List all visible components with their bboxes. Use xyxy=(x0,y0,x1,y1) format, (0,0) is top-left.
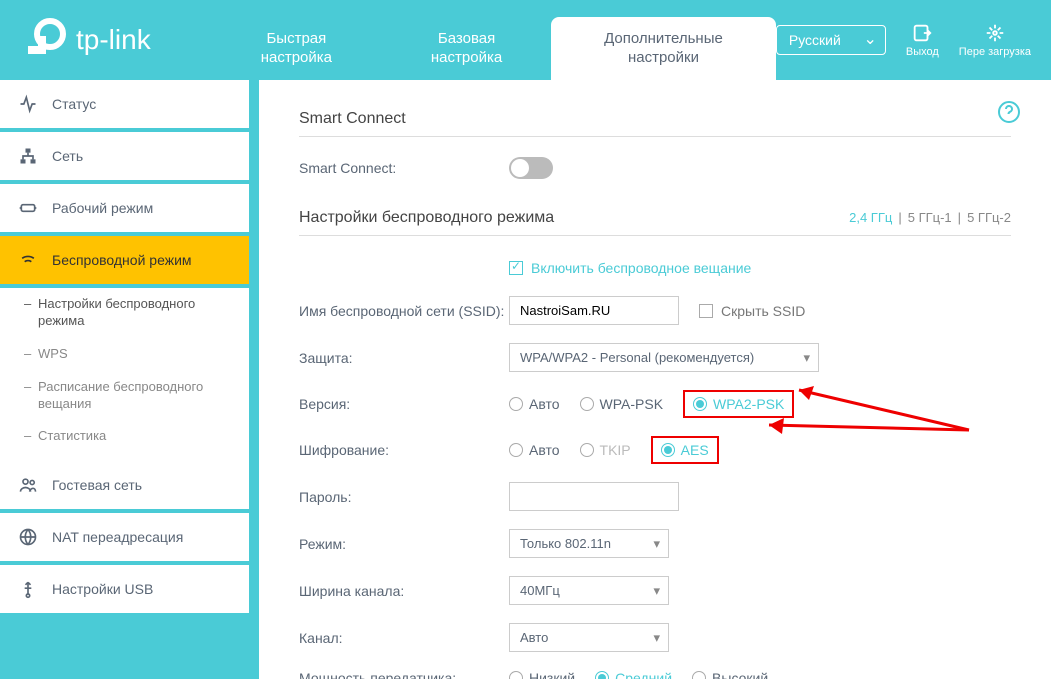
reload-button[interactable]: Пере загрузка xyxy=(959,22,1031,58)
encryption-label: Шифрование: xyxy=(299,442,509,458)
ssid-input[interactable] xyxy=(509,296,679,325)
mode-select[interactable]: Только 802.11n xyxy=(509,529,669,558)
logout-icon xyxy=(911,22,933,44)
tx-power-medium[interactable]: Средний xyxy=(595,670,672,679)
sidebar-item-wireless[interactable]: Беспроводной режим xyxy=(0,236,249,284)
sidebar-sub-schedule[interactable]: Расписание беспроводного вещания xyxy=(0,371,249,421)
version-wpa-psk[interactable]: WPA-PSK xyxy=(580,396,664,412)
security-label: Защита: xyxy=(299,350,509,366)
sidebar: Статус Сеть Рабочий режим Беспроводной р… xyxy=(0,80,259,679)
help-icon xyxy=(997,100,1021,124)
tx-power-label: Мощность передатчика: xyxy=(299,670,509,679)
version-radio-group: Авто WPA-PSK WPA2-PSK xyxy=(509,390,794,418)
channel-width-label: Ширина канала: xyxy=(299,583,509,599)
hide-ssid-option[interactable]: Скрыть SSID xyxy=(699,303,805,319)
nat-icon xyxy=(18,527,38,547)
enable-broadcast-row[interactable]: Включить беспроводное вещание xyxy=(509,260,1011,276)
ssid-row: Имя беспроводной сети (SSID): Скрыть SSI… xyxy=(299,296,1011,325)
tab-basic-setup[interactable]: Базовая настройка xyxy=(382,17,551,80)
tplink-logo-icon xyxy=(20,16,68,64)
tx-power-high[interactable]: Высокий xyxy=(692,670,768,679)
language-select[interactable]: Русский xyxy=(776,25,886,55)
mode-label: Режим: xyxy=(299,536,509,552)
tx-power-radio-group: Низкий Средний Высокий xyxy=(509,670,768,679)
wireless-title: Настройки беспроводного режима xyxy=(299,209,554,227)
band-5ghz-2[interactable]: 5 ГГц-2 xyxy=(967,210,1011,225)
password-row: Пароль: xyxy=(299,482,1011,511)
wifi-icon xyxy=(18,250,38,270)
smart-connect-toggle[interactable] xyxy=(509,157,553,179)
logo: tp-link xyxy=(20,16,151,64)
header-right: Русский Выход Пере загрузка xyxy=(776,22,1031,58)
sidebar-item-status[interactable]: Статус xyxy=(0,80,249,128)
tab-quick-setup[interactable]: Быстрая настройка xyxy=(211,17,382,80)
security-select[interactable]: WPA/WPA2 - Personal (рекомендуется) xyxy=(509,343,819,372)
network-icon xyxy=(18,146,38,166)
mode-row: Режим: Только 802.11n xyxy=(299,529,1011,558)
header: tp-link Быстрая настройка Базовая настро… xyxy=(0,0,1051,80)
main: Статус Сеть Рабочий режим Беспроводной р… xyxy=(0,80,1051,679)
version-auto[interactable]: Авто xyxy=(509,396,560,412)
encryption-aes[interactable]: AES xyxy=(651,436,719,464)
mode-icon xyxy=(18,198,38,218)
sidebar-item-usb[interactable]: Настройки USB xyxy=(0,565,249,613)
content-panel: Smart Connect Smart Connect: Настройки б… xyxy=(259,80,1051,679)
smart-connect-label: Smart Connect: xyxy=(299,160,509,176)
sidebar-sub-wireless-settings[interactable]: Настройки беспроводного режима xyxy=(0,288,249,338)
activity-icon xyxy=(18,94,38,114)
channel-label: Канал: xyxy=(299,630,509,646)
reload-icon xyxy=(984,22,1006,44)
channel-row: Канал: Авто xyxy=(299,623,1011,652)
encryption-row: Шифрование: Авто TKIP AES xyxy=(299,436,1011,464)
channel-width-row: Ширина канала: 40МГц xyxy=(299,576,1011,605)
version-row: Версия: Авто WPA-PSK WPA2-PSK xyxy=(299,390,1011,418)
smart-connect-title: Smart Connect xyxy=(299,110,1011,137)
users-icon xyxy=(18,475,38,495)
sidebar-sub-statistics[interactable]: Статистика xyxy=(0,420,249,453)
encryption-tkip[interactable]: TKIP xyxy=(580,442,631,458)
encryption-radio-group: Авто TKIP AES xyxy=(509,436,719,464)
band-5ghz-1[interactable]: 5 ГГц-1 xyxy=(908,210,952,225)
channel-width-select[interactable]: 40МГц xyxy=(509,576,669,605)
sidebar-item-network[interactable]: Сеть xyxy=(0,132,249,180)
security-row: Защита: WPA/WPA2 - Personal (рекомендует… xyxy=(299,343,1011,372)
wireless-section-header: Настройки беспроводного режима 2,4 ГГц |… xyxy=(299,209,1011,236)
encryption-auto[interactable]: Авто xyxy=(509,442,560,458)
sidebar-submenu: Настройки беспроводного режима WPS Распи… xyxy=(0,288,249,461)
enable-broadcast-checkbox[interactable] xyxy=(509,261,523,275)
version-wpa2-psk[interactable]: WPA2-PSK xyxy=(683,390,794,418)
tab-advanced-setup[interactable]: Дополнительные настройки xyxy=(551,17,776,80)
brand-text: tp-link xyxy=(76,24,151,56)
top-tabs: Быстрая настройка Базовая настройка Допо… xyxy=(211,1,776,80)
band-24ghz[interactable]: 2,4 ГГц xyxy=(849,210,892,225)
channel-select[interactable]: Авто xyxy=(509,623,669,652)
password-label: Пароль: xyxy=(299,489,509,505)
sidebar-item-guest[interactable]: Гостевая сеть xyxy=(0,461,249,509)
usb-icon xyxy=(18,579,38,599)
help-button[interactable] xyxy=(997,100,1021,127)
tx-power-low[interactable]: Низкий xyxy=(509,670,575,679)
smart-connect-row: Smart Connect: xyxy=(299,157,1011,179)
sidebar-item-nat[interactable]: NAT переадресация xyxy=(0,513,249,561)
tx-power-row: Мощность передатчика: Низкий Средний Выс… xyxy=(299,670,1011,679)
ssid-label: Имя беспроводной сети (SSID): xyxy=(299,303,509,319)
password-input[interactable] xyxy=(509,482,679,511)
hide-ssid-checkbox[interactable] xyxy=(699,304,713,318)
band-tabs: 2,4 ГГц | 5 ГГц-1 | 5 ГГц-2 xyxy=(849,210,1011,225)
logout-button[interactable]: Выход xyxy=(906,22,939,58)
enable-broadcast-label: Включить беспроводное вещание xyxy=(531,260,751,276)
version-label: Версия: xyxy=(299,396,509,412)
sidebar-sub-wps[interactable]: WPS xyxy=(0,338,249,371)
sidebar-item-operation-mode[interactable]: Рабочий режим xyxy=(0,184,249,232)
